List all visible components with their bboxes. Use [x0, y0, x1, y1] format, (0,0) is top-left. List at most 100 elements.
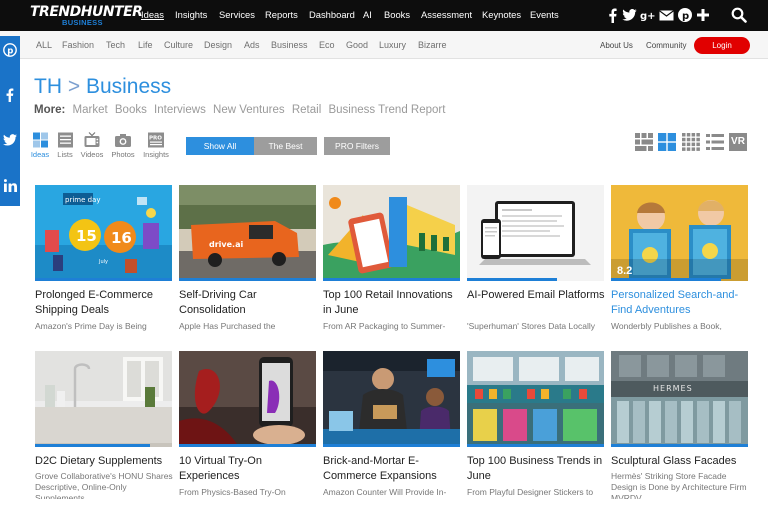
dense-grid-icon[interactable] [682, 133, 700, 151]
nav-assessment[interactable]: Assessment [421, 9, 472, 20]
nav-events[interactable]: Events [530, 9, 559, 20]
retail-illustration-image [323, 185, 460, 281]
lists-icon [57, 132, 73, 148]
page-title: TH > Business [34, 75, 171, 99]
category-design[interactable]: Design [204, 40, 232, 50]
the-best-button[interactable]: The Best [254, 137, 317, 155]
category-all[interactable]: ALL [36, 40, 52, 50]
view-tab-insights[interactable]: PRO Insights [141, 132, 171, 159]
about-us-link[interactable]: About Us [600, 41, 633, 50]
card-accent-bar [179, 444, 316, 447]
nav-keynotes[interactable]: Keynotes [482, 9, 521, 20]
card-title[interactable]: AI-Powered Email Platforms [467, 288, 607, 303]
more-link-interviews[interactable]: Interviews [154, 104, 206, 116]
card-description: From Physics-Based Try-On [179, 487, 286, 497]
category-culture[interactable]: Culture [164, 40, 193, 50]
linkedin-icon[interactable] [3, 178, 17, 192]
more-link-books[interactable]: Books [115, 104, 147, 116]
more-link-business-trend-report[interactable]: Business Trend Report [328, 104, 445, 116]
list-view-icon[interactable] [706, 133, 724, 151]
pinterest-icon[interactable]: p [677, 6, 693, 24]
search-icon[interactable] [731, 7, 747, 28]
card-description: From Playful Designer Stickers to [467, 487, 594, 497]
facebook-icon[interactable] [607, 6, 619, 24]
nav-reports[interactable]: Reports [265, 9, 298, 20]
twitter-icon[interactable] [3, 133, 17, 147]
nav-ideas[interactable]: Ideas [141, 9, 164, 20]
card-title[interactable]: Self-Driving Car Consolidation [179, 288, 319, 318]
breadcrumb-separator: > [67, 75, 81, 98]
community-link[interactable]: Community [646, 41, 686, 50]
logo-subtitle: BUSINESS [62, 18, 103, 27]
card-accent-bar [611, 444, 748, 447]
category-ads[interactable]: Ads [244, 40, 260, 50]
more-link-retail[interactable]: Retail [292, 104, 321, 116]
nav-insights[interactable]: Insights [175, 9, 207, 20]
card-title[interactable]: Personalized Search-and-Find Adventures [611, 288, 751, 318]
card-title[interactable]: 10 Virtual Try-On Experiences [179, 454, 319, 484]
category-tech[interactable]: Tech [106, 40, 125, 50]
card-score: 8.2 [617, 265, 633, 277]
card-title[interactable]: Top 100 Retail Innovations in June [323, 288, 463, 318]
svg-text:g+: g+ [640, 11, 656, 21]
category-life[interactable]: Life [138, 40, 153, 50]
card-title[interactable]: Brick-and-Mortar E-Commerce Expansions [323, 454, 463, 484]
breadcrumb-current: Business [85, 75, 172, 98]
hermes-facade-image: HERMES [611, 351, 748, 447]
email-icon[interactable] [658, 6, 674, 24]
nav-dashboard[interactable]: Dashboard [309, 9, 355, 20]
nav-books[interactable]: Books [384, 9, 410, 20]
category-luxury[interactable]: Luxury [379, 40, 406, 50]
medium-grid-icon[interactable] [658, 133, 676, 151]
view-tab-videos[interactable]: Videos [77, 132, 107, 159]
view-tab-photos[interactable]: Photos [108, 132, 138, 159]
category-eco[interactable]: Eco [319, 40, 335, 50]
category-good[interactable]: Good [346, 40, 368, 50]
category-bizarre[interactable]: Bizarre [418, 40, 447, 50]
login-button[interactable]: Login [694, 37, 750, 54]
more-link-new-ventures[interactable]: New Ventures [213, 104, 285, 116]
card-description: Apple Has Purchased the [179, 321, 276, 331]
card-description: Hermès' Striking Store Facade Design is … [611, 471, 747, 499]
category-fashion[interactable]: Fashion [62, 40, 94, 50]
view-tab-label: Insights [143, 150, 169, 159]
view-tab-lists[interactable]: Lists [50, 132, 80, 159]
google-plus-icon[interactable]: g+ [640, 6, 656, 24]
svg-text:PRO: PRO [149, 136, 162, 142]
card-accent-bar [467, 444, 604, 447]
card-description: Amazon Counter Will Provide In- [323, 487, 447, 497]
plus-icon[interactable] [696, 6, 710, 24]
email-laptop-image [467, 185, 604, 281]
colorful-store-image [467, 351, 604, 447]
card-accent-bar [323, 278, 460, 281]
top-navigation-bar: TRENDHUNTER BUSINESS Ideas Insights Serv… [0, 0, 768, 31]
view-tab-label: Photos [111, 150, 135, 159]
card-title[interactable]: Prolonged E-Commerce Shipping Deals [35, 288, 175, 318]
card-title[interactable]: Top 100 Business Trends in June [467, 454, 607, 484]
card-title[interactable]: D2C Dietary Supplements [35, 454, 175, 469]
twitter-icon[interactable] [621, 6, 637, 24]
svg-text:drive.ai: drive.ai [209, 240, 243, 249]
category-business[interactable]: Business [271, 40, 308, 50]
card-title[interactable]: Sculptural Glass Facades [611, 454, 751, 469]
card-accent-bar [35, 278, 172, 281]
card-description: Grove Collaborative's HONU Shares Descri… [35, 471, 173, 499]
vr-icon[interactable]: VR [729, 133, 747, 151]
small-grid-icon[interactable] [635, 133, 653, 151]
show-all-button[interactable]: Show All [186, 137, 254, 155]
facebook-icon[interactable] [3, 88, 17, 102]
amazon-counter-image [323, 351, 460, 447]
nav-ai[interactable]: AI [363, 9, 372, 20]
pro-filters-button[interactable]: PRO Filters [324, 137, 390, 155]
svg-text:16: 16 [111, 229, 132, 247]
card-description: From AR Packaging to Summer- [323, 321, 446, 331]
pinterest-icon[interactable]: p [3, 43, 17, 57]
more-links-row: More: Market Books Interviews New Ventur… [34, 104, 445, 116]
breadcrumb-root[interactable]: TH [34, 75, 62, 98]
social-share-sidebar: p [0, 36, 20, 206]
nav-services[interactable]: Services [219, 9, 255, 20]
tv-icon [84, 132, 100, 147]
ideas-grid-icon [32, 132, 48, 148]
trendhunter-logo[interactable]: TRENDHUNTER BUSINESS [30, 4, 143, 28]
more-link-market[interactable]: Market [73, 104, 108, 116]
